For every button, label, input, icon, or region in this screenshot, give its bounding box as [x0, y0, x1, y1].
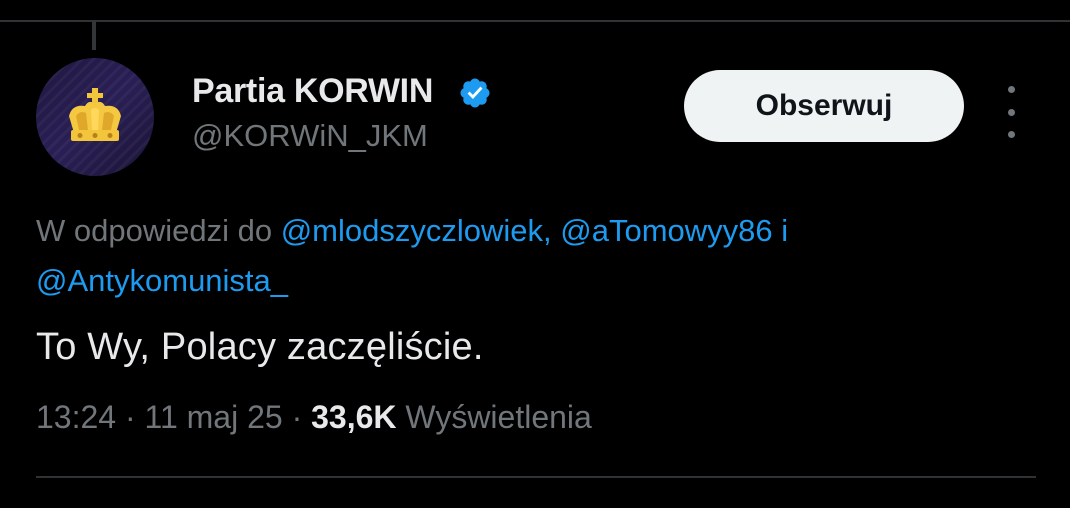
- follow-button[interactable]: Obserwuj: [684, 70, 964, 142]
- more-dot: [1007, 86, 1015, 93]
- tweet-date[interactable]: 11 maj 25: [145, 399, 283, 435]
- reply-context-conjunction: i: [781, 213, 789, 248]
- avatar[interactable]: [36, 58, 154, 176]
- meta-separator: ·: [291, 399, 303, 435]
- mention-link[interactable]: @aTomowyy86: [560, 213, 772, 248]
- golden-crown-icon: [69, 88, 121, 141]
- bottom-divider: [36, 476, 1036, 478]
- vertical-ellipsis-icon[interactable]: [996, 82, 1026, 142]
- author-handle[interactable]: @KORWiN_JKM: [192, 118, 428, 154]
- author-display-name[interactable]: Partia KORWIN: [192, 72, 433, 111]
- thread-connector-line: [92, 20, 96, 50]
- tweet-meta: 13:24 · 11 maj 25 · 33,6K Wyświetlenia: [36, 399, 592, 436]
- tweet-time[interactable]: 13:24: [36, 399, 116, 435]
- tweet-text: To Wy, Polacy zaczęliście.: [36, 326, 484, 368]
- views-label: Wyświetlenia: [405, 399, 592, 435]
- views-count: 33,6K: [311, 399, 397, 435]
- more-dot: [1007, 108, 1015, 116]
- reply-context: W odpowiedzi do @mlodszyczlowiek, @aTomo…: [36, 206, 1036, 306]
- top-divider: [0, 20, 1070, 22]
- reply-context-prefix: W odpowiedzi do: [36, 213, 273, 248]
- verified-badge-icon: [460, 78, 490, 108]
- mention-link[interactable]: @Antykomunista_: [36, 263, 288, 298]
- more-dot: [1007, 131, 1015, 138]
- meta-separator: ·: [124, 399, 136, 435]
- mention-link[interactable]: @mlodszyczlowiek,: [281, 213, 552, 248]
